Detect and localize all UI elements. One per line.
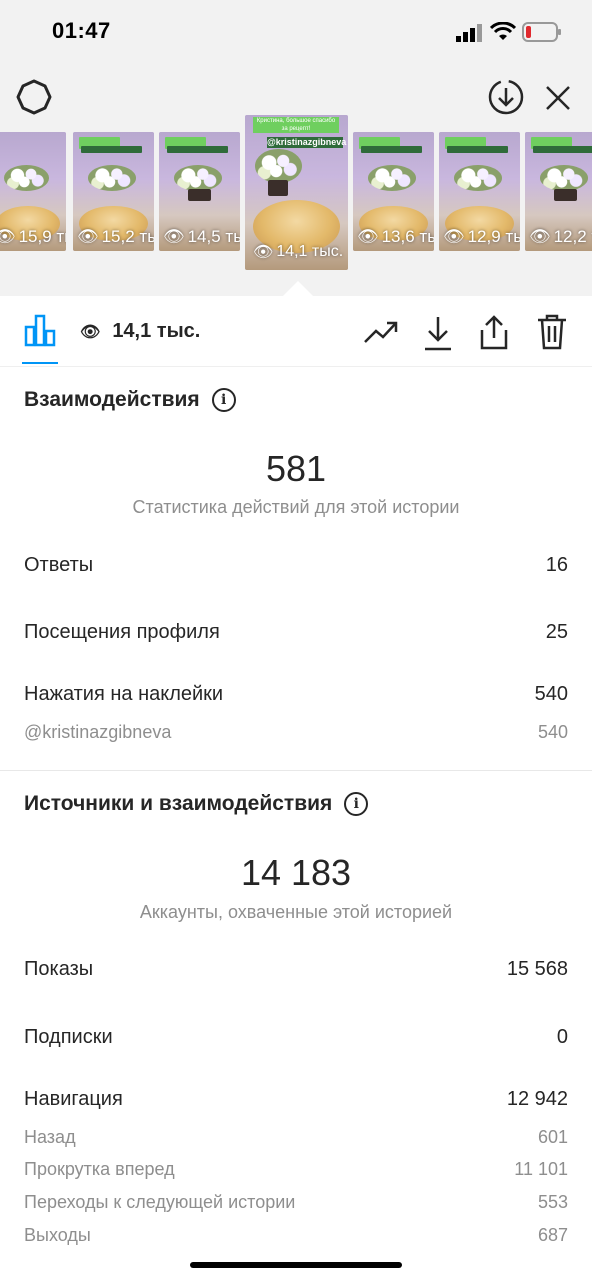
home-indicator[interactable] bbox=[190, 1262, 402, 1268]
exits-value: 687 bbox=[537, 1225, 568, 1245]
interactions-total: 581 bbox=[265, 448, 327, 489]
discovery-title: Источники и взаимодействия bbox=[24, 792, 333, 815]
thumbnail-views: 👁13,6 тыс. bbox=[357, 227, 434, 246]
views-total: 👁 14,1 тыс. bbox=[80, 320, 200, 343]
exits-label: Выходы bbox=[24, 1225, 91, 1245]
navigation-value: 12 942 bbox=[506, 1088, 568, 1110]
forward-value: 11 101 bbox=[514, 1159, 568, 1179]
info-icon[interactable]: i bbox=[344, 792, 369, 816]
thumbnail-views: 👁 14,1 тыс. bbox=[253, 243, 344, 261]
download-circle-button[interactable] bbox=[486, 77, 526, 117]
info-icon[interactable]: i bbox=[211, 388, 236, 412]
section-divider bbox=[0, 770, 592, 771]
thumbnail-views: 👁14,5 тыс. bbox=[163, 227, 240, 246]
thumbnail-views: 👁12,9 тыс. bbox=[443, 227, 520, 246]
close-icon bbox=[546, 86, 570, 110]
wifi-icon bbox=[490, 22, 516, 40]
trending-icon bbox=[364, 321, 398, 343]
selected-story-pointer bbox=[283, 281, 313, 296]
discovery-section-header: Источники и взаимодействия i bbox=[24, 792, 369, 816]
story-mention: @kristinazgibneva bbox=[267, 137, 347, 148]
sticker-taps-label: Нажатия на наклейки bbox=[24, 683, 224, 705]
impressions-label: Показы bbox=[24, 958, 94, 980]
next-story-label: Переходы к следующей истории bbox=[24, 1192, 296, 1212]
replies-label: Ответы bbox=[24, 554, 94, 576]
settings-icon bbox=[16, 79, 52, 115]
story-thumbnail[interactable]: 👁13,6 тыс. bbox=[353, 132, 434, 251]
share-button[interactable] bbox=[474, 312, 514, 352]
download-icon bbox=[425, 317, 451, 351]
eye-icon: 👁 bbox=[163, 227, 185, 246]
share-icon bbox=[480, 315, 508, 350]
navigation-label: Навигация bbox=[24, 1088, 123, 1110]
battery-low-icon bbox=[522, 22, 561, 42]
back-label: Назад bbox=[24, 1127, 76, 1147]
mention-sticker-label: @kristinazgibneva bbox=[24, 722, 172, 742]
profile-visits-value: 25 bbox=[545, 621, 568, 643]
settings-button[interactable] bbox=[14, 77, 54, 117]
profile-visits-label: Посещения профиля bbox=[24, 621, 220, 643]
story-caption: Кристина, большое спасибо за рецепт! bbox=[253, 117, 339, 133]
follows-value: 0 bbox=[556, 1026, 568, 1048]
interactions-title: Взаимодействия bbox=[24, 388, 200, 411]
trash-icon bbox=[538, 314, 566, 350]
mention-sticker-value: 540 bbox=[537, 722, 568, 742]
story-thumbnail[interactable]: 👁14,5 тыс. bbox=[159, 132, 240, 251]
follows-label: Подписки bbox=[24, 1026, 113, 1048]
story-thumbnail[interactable]: 👁12,9 тыс. bbox=[439, 132, 520, 251]
replies-value: 16 bbox=[545, 554, 568, 576]
download-circle-icon bbox=[488, 79, 524, 115]
discovery-total: 14 183 bbox=[240, 852, 352, 893]
interactions-caption: Статистика действий для этой истории bbox=[132, 497, 460, 517]
story-thumbnail[interactable]: 👁15,2 тыс. bbox=[73, 132, 154, 251]
thumbnail-views: 👁15,2 тыс. bbox=[77, 227, 154, 246]
views-total-value: 14,1 тыс. bbox=[112, 320, 201, 342]
eye-icon: 👁 bbox=[529, 227, 551, 246]
impressions-value: 15 568 bbox=[506, 958, 568, 980]
thumbnail-views: 👁15,9 тыс. bbox=[0, 227, 66, 247]
eye-icon: 👁 bbox=[253, 244, 274, 261]
discovery-caption: Аккаунты, охваченные этой историей bbox=[139, 902, 453, 922]
download-button[interactable] bbox=[418, 313, 458, 353]
story-thumbnail[interactable]: 👁15,9 тыс. bbox=[0, 132, 66, 251]
eye-icon: 👁 bbox=[357, 227, 379, 246]
close-button[interactable] bbox=[538, 78, 578, 118]
promote-button[interactable] bbox=[361, 314, 401, 350]
thumbnail-views: 👁12,2 тыс. bbox=[529, 227, 592, 246]
delete-button[interactable] bbox=[532, 312, 572, 352]
forward-label: Прокрутка вперед bbox=[24, 1159, 175, 1179]
eye-icon: 👁 bbox=[443, 227, 465, 246]
sticker-taps-value: 540 bbox=[534, 683, 568, 705]
story-thumbnail[interactable]: 👁12,2 тыс. bbox=[525, 132, 592, 251]
cellular-signal-icon bbox=[456, 24, 482, 42]
eye-icon: 👁 bbox=[0, 227, 16, 246]
bar-chart-icon bbox=[24, 314, 56, 347]
story-thumbnail-selected[interactable]: Кристина, большое спасибо за рецепт! @kr… bbox=[245, 115, 348, 270]
status-bar: 01:47 bbox=[0, 0, 592, 64]
tab-indicator bbox=[22, 362, 58, 364]
eye-icon: 👁 bbox=[77, 227, 99, 246]
status-time: 01:47 bbox=[52, 18, 111, 43]
back-value: 601 bbox=[537, 1127, 568, 1147]
tab-insights[interactable] bbox=[20, 310, 60, 350]
next-story-value: 553 bbox=[537, 1192, 568, 1212]
interactions-section-header: Взаимодействия i bbox=[24, 388, 236, 412]
eye-icon: 👁 bbox=[80, 323, 101, 341]
